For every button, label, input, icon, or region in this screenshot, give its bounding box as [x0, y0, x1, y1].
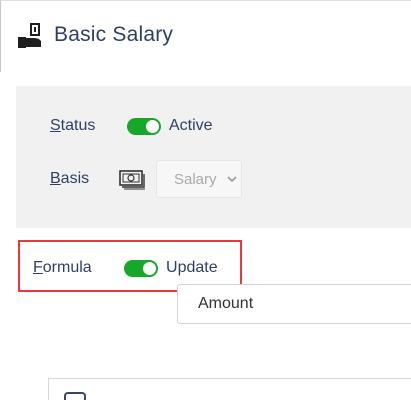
status-label-accesskey: S — [50, 117, 61, 134]
formula-label: Formula — [33, 259, 92, 277]
page-title: Basic Salary — [54, 23, 174, 46]
settings-panel — [16, 86, 411, 228]
formula-toggle[interactable] — [124, 260, 158, 277]
salary-component-page: Basic Salary Status Active Basis Salary … — [0, 0, 411, 400]
basis-label-accesskey: B — [50, 170, 61, 187]
basis-select[interactable]: Salary — [156, 160, 242, 198]
amount-field[interactable]: Amount — [177, 284, 411, 324]
status-label-rest: tatus — [60, 117, 96, 134]
status-toggle[interactable] — [127, 118, 161, 135]
formula-value-accesskey: U — [166, 259, 178, 276]
formula-value-rest: pdate — [177, 259, 218, 276]
bottom-checkbox[interactable] — [64, 392, 86, 400]
amount-field-text: Amount — [198, 295, 254, 312]
status-label: Status — [50, 117, 95, 135]
bottom-divider — [48, 378, 411, 379]
chevron-down-icon — [227, 176, 237, 183]
status-value: Active — [169, 117, 213, 134]
formula-label-accesskey: F — [33, 259, 43, 276]
basis-label-rest: asis — [60, 170, 90, 187]
basis-label: Basis — [50, 170, 89, 188]
money-bill-icon — [119, 170, 145, 190]
salary-hand-icon — [18, 23, 41, 48]
header: Basic Salary — [0, 0, 411, 72]
basis-select-value: Salary — [174, 171, 217, 188]
formula-label-rest: ormula — [42, 259, 92, 276]
bottom-border — [48, 378, 49, 400]
formula-value: Update — [166, 259, 218, 277]
